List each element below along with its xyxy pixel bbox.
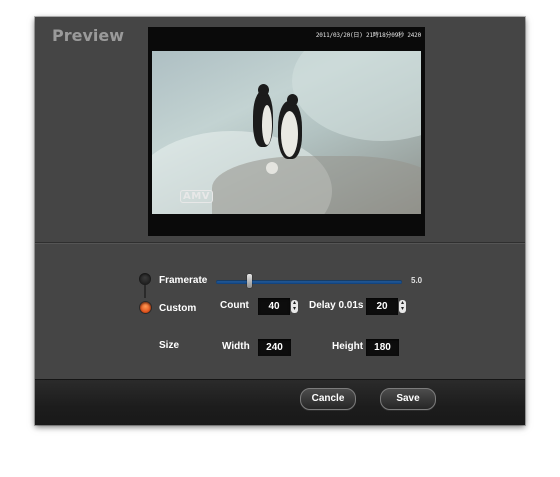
framerate-value: 5.0 [411, 276, 423, 285]
delay-stepper[interactable]: ▴ ▾ [399, 300, 406, 313]
dialog-title: Preview [52, 26, 125, 45]
video-preview: 2011/03/20(日) 21時18分09秒 2420 AMV [148, 27, 425, 236]
preview-dialog: Preview 2011/03/20(日) 21時18分09秒 2420 AMV… [35, 17, 525, 425]
amv-watermark-logo: AMV [180, 190, 213, 203]
framerate-radio[interactable] [139, 273, 151, 285]
video-frame-image: AMV [152, 51, 421, 214]
count-stepper[interactable]: ▴ ▾ [291, 300, 298, 313]
penguin-figure [278, 101, 302, 159]
section-divider [35, 242, 525, 244]
width-label: Width [222, 341, 250, 352]
delay-label: Delay 0.01s [309, 300, 364, 311]
height-label: Height [332, 341, 364, 352]
custom-label: Custom [159, 303, 197, 314]
video-timestamp-overlay: 2011/03/20(日) 21時18分09秒 2420 [315, 32, 421, 39]
save-button[interactable]: Save [380, 388, 436, 410]
count-field[interactable]: 40 [258, 298, 290, 315]
penguin-figure [253, 91, 273, 147]
framerate-slider[interactable] [216, 280, 402, 284]
size-label: Size [159, 340, 180, 351]
framerate-slider-thumb[interactable] [246, 274, 252, 288]
delay-field[interactable]: 20 [366, 298, 398, 315]
width-field[interactable]: 240 [258, 339, 291, 356]
count-label: Count [220, 300, 249, 311]
height-field[interactable]: 180 [366, 339, 399, 356]
custom-radio[interactable] [139, 301, 152, 314]
framerate-label: Framerate [159, 275, 208, 286]
cancel-button[interactable]: Cancle [300, 388, 356, 410]
dialog-footer [35, 379, 525, 425]
